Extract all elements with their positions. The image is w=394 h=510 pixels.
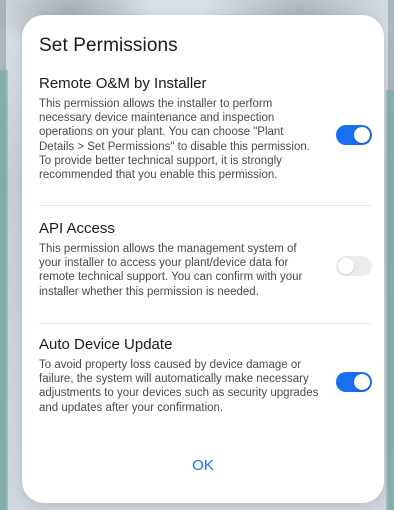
divider bbox=[39, 323, 371, 324]
toggle-knob bbox=[354, 127, 370, 143]
divider bbox=[39, 205, 371, 206]
section-auto-device-update: Auto Device Update To avoid property los… bbox=[39, 336, 371, 415]
remote-om-toggle[interactable] bbox=[336, 125, 372, 145]
section-description-remote-om: This permission allows the installer to … bbox=[39, 98, 310, 182]
section-api-access: API Access This permission allows the ma… bbox=[39, 220, 371, 299]
auto-device-update-toggle[interactable] bbox=[336, 372, 372, 392]
background-edge-right bbox=[386, 90, 394, 510]
set-permissions-dialog: Set Permissions Remote O&M by Installer … bbox=[22, 15, 384, 503]
ok-button[interactable]: OK bbox=[22, 457, 384, 474]
toggle-knob bbox=[354, 374, 370, 390]
api-access-toggle[interactable] bbox=[336, 256, 372, 276]
section-title-auto-device-update: Auto Device Update bbox=[39, 336, 173, 353]
toggle-knob bbox=[338, 258, 354, 274]
section-description-auto-device-update: To avoid property loss caused by device … bbox=[39, 359, 319, 414]
section-remote-om: Remote O&M by Installer This permission … bbox=[39, 75, 371, 182]
dialog-title: Set Permissions bbox=[39, 35, 178, 56]
section-title-remote-om: Remote O&M by Installer bbox=[39, 75, 207, 92]
section-title-api-access: API Access bbox=[39, 220, 115, 237]
background-edge-left bbox=[0, 70, 8, 510]
section-description-api-access: This permission allows the management sy… bbox=[39, 243, 303, 298]
